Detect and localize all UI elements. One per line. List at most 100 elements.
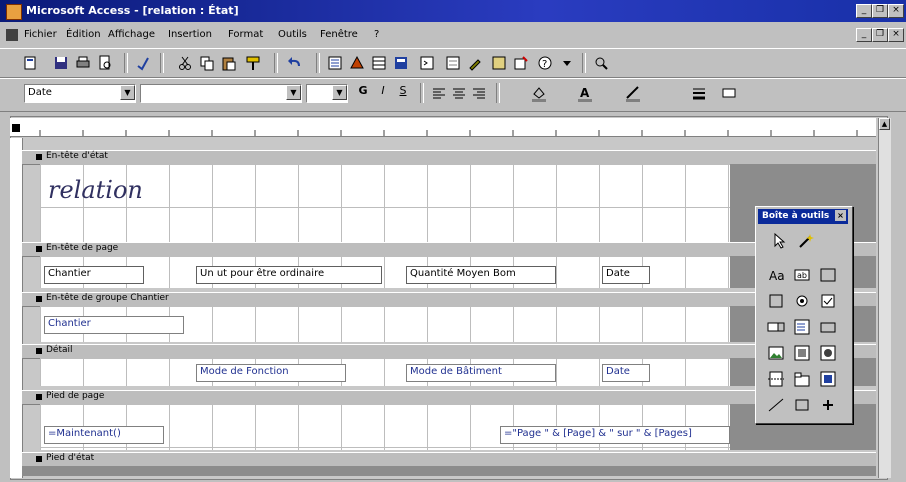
font-color-icon[interactable]: A — [576, 84, 594, 102]
detail-field[interactable]: Date — [602, 364, 650, 382]
toolbar-separator — [496, 83, 500, 103]
print-icon[interactable] — [74, 54, 92, 72]
build-icon[interactable] — [466, 54, 484, 72]
autoformat-icon[interactable] — [392, 54, 410, 72]
close-button[interactable]: × — [888, 4, 904, 18]
page-break-icon[interactable] — [766, 369, 786, 389]
detail-field[interactable]: Mode de Bâtiment — [406, 364, 556, 382]
toggle-button-icon[interactable] — [766, 291, 786, 311]
font-size-combo[interactable]: ▼ — [306, 84, 348, 103]
label-tool-icon[interactable]: Aa — [766, 265, 786, 285]
print-preview-icon[interactable] — [96, 54, 114, 72]
subform-icon[interactable] — [818, 369, 838, 389]
menu-edit[interactable]: Édition — [66, 29, 101, 40]
report-selector[interactable] — [12, 124, 20, 132]
office-assistant-icon[interactable]: ? — [536, 54, 554, 72]
fill-color-icon[interactable] — [530, 84, 548, 102]
rectangle-tool-icon[interactable] — [792, 395, 812, 415]
detail-field[interactable]: Mode de Fonction — [196, 364, 346, 382]
textbox-tool-icon[interactable]: ab — [792, 265, 812, 285]
report-title-label[interactable]: relation — [44, 176, 160, 212]
section-bar-group-header[interactable]: En-tête de groupe Chantier — [22, 292, 876, 307]
align-center-icon[interactable] — [450, 84, 468, 102]
cut-icon[interactable] — [176, 54, 194, 72]
image-tool-icon[interactable] — [766, 343, 786, 363]
scroll-up-icon[interactable]: ▲ — [879, 118, 890, 130]
menu-help[interactable]: ? — [374, 29, 379, 40]
save-icon[interactable] — [52, 54, 70, 72]
section-label: Pied d'état — [46, 453, 95, 463]
doc-restore-button[interactable]: ❐ — [872, 28, 888, 42]
menu-format[interactable]: Format — [228, 29, 263, 40]
chevron-down-icon[interactable]: ▼ — [332, 85, 347, 100]
option-group-icon[interactable] — [818, 265, 838, 285]
restore-button[interactable]: ❐ — [872, 4, 888, 18]
more-controls-icon[interactable] — [818, 395, 838, 415]
database-window-icon[interactable] — [490, 54, 508, 72]
toolbox-icon[interactable] — [348, 54, 366, 72]
list-box-icon[interactable] — [792, 317, 812, 337]
underline-icon[interactable]: S — [394, 84, 412, 102]
page-header-label[interactable]: Quantité Moyen Bom — [406, 266, 556, 284]
toolbox-title-bar[interactable]: Boîte à outils × — [758, 209, 848, 224]
align-left-icon[interactable] — [430, 84, 448, 102]
special-effect-icon[interactable] — [720, 84, 738, 102]
chevron-down-icon[interactable]: ▼ — [120, 85, 135, 100]
menu-tools[interactable]: Outils — [278, 29, 307, 40]
italic-icon[interactable]: I — [374, 84, 392, 102]
bold-icon[interactable]: G — [354, 84, 372, 102]
command-button-icon[interactable] — [818, 317, 838, 337]
section-bar-detail[interactable]: Détail — [22, 344, 876, 359]
copy-icon[interactable] — [198, 54, 216, 72]
new-object-icon[interactable] — [512, 54, 530, 72]
doc-close-button[interactable]: × — [888, 28, 904, 42]
section-bar-page-footer[interactable]: Pied de page — [22, 390, 876, 405]
minimize-button[interactable]: _ — [856, 4, 872, 18]
section-bar-page-header[interactable]: En-tête de page — [22, 242, 876, 257]
page-header-label[interactable]: Un ut pour être ordinaire — [196, 266, 382, 284]
align-right-icon[interactable] — [470, 84, 488, 102]
select-objects-icon[interactable] — [770, 231, 790, 251]
option-button-icon[interactable] — [792, 291, 812, 311]
chevron-down-icon[interactable]: ▼ — [286, 85, 301, 100]
paste-icon[interactable] — [220, 54, 238, 72]
document-menu-icon[interactable] — [6, 29, 18, 41]
toolbox-palette[interactable]: Boîte à outils × Aa ab — [755, 206, 853, 424]
sorting-grouping-icon[interactable] — [370, 54, 388, 72]
help-dropdown-icon[interactable] — [558, 54, 576, 72]
menu-window[interactable]: Fenêtre — [320, 29, 358, 40]
combo-box-icon[interactable] — [766, 317, 786, 337]
menu-insert[interactable]: Insertion — [168, 29, 212, 40]
bound-object-frame-icon[interactable] — [818, 343, 838, 363]
checkbox-tool-icon[interactable] — [818, 291, 838, 311]
access-app-icon[interactable] — [6, 4, 22, 20]
section-bar-report-footer[interactable]: Pied d'état — [22, 452, 876, 467]
field-list-icon[interactable] — [326, 54, 344, 72]
page-header-label[interactable]: Chantier — [44, 266, 144, 284]
spelling-icon[interactable] — [134, 54, 152, 72]
zoom-icon[interactable] — [592, 54, 610, 72]
properties-icon[interactable] — [444, 54, 462, 72]
object-combo[interactable]: Date ▼ — [24, 84, 136, 103]
code-icon[interactable] — [418, 54, 436, 72]
font-combo[interactable]: ▼ — [140, 84, 302, 103]
page-footer-date-field[interactable]: =Maintenant() — [44, 426, 164, 444]
line-tool-icon[interactable] — [766, 395, 786, 415]
page-header-label[interactable]: Date — [602, 266, 650, 284]
format-painter-icon[interactable] — [244, 54, 262, 72]
page-footer-pages-field[interactable]: ="Page " & [Page] & " sur " & [Pages] — [500, 426, 730, 444]
menu-view[interactable]: Affichage — [108, 29, 155, 40]
toolbox-close-icon[interactable]: × — [835, 210, 846, 221]
view-icon[interactable] — [22, 54, 40, 72]
control-wizards-icon[interactable] — [796, 231, 816, 251]
vertical-scrollbar[interactable]: ▲ — [878, 118, 891, 478]
doc-minimize-button[interactable]: _ — [856, 28, 872, 42]
tab-control-icon[interactable] — [792, 369, 812, 389]
group-header-field[interactable]: Chantier — [44, 316, 184, 334]
menu-file[interactable]: Fichier — [24, 29, 57, 40]
unbound-object-frame-icon[interactable] — [792, 343, 812, 363]
line-color-icon[interactable] — [624, 84, 642, 102]
section-bar-report-header[interactable]: En-tête d'état — [22, 150, 876, 165]
line-width-icon[interactable] — [690, 84, 708, 102]
undo-icon[interactable] — [286, 54, 304, 72]
